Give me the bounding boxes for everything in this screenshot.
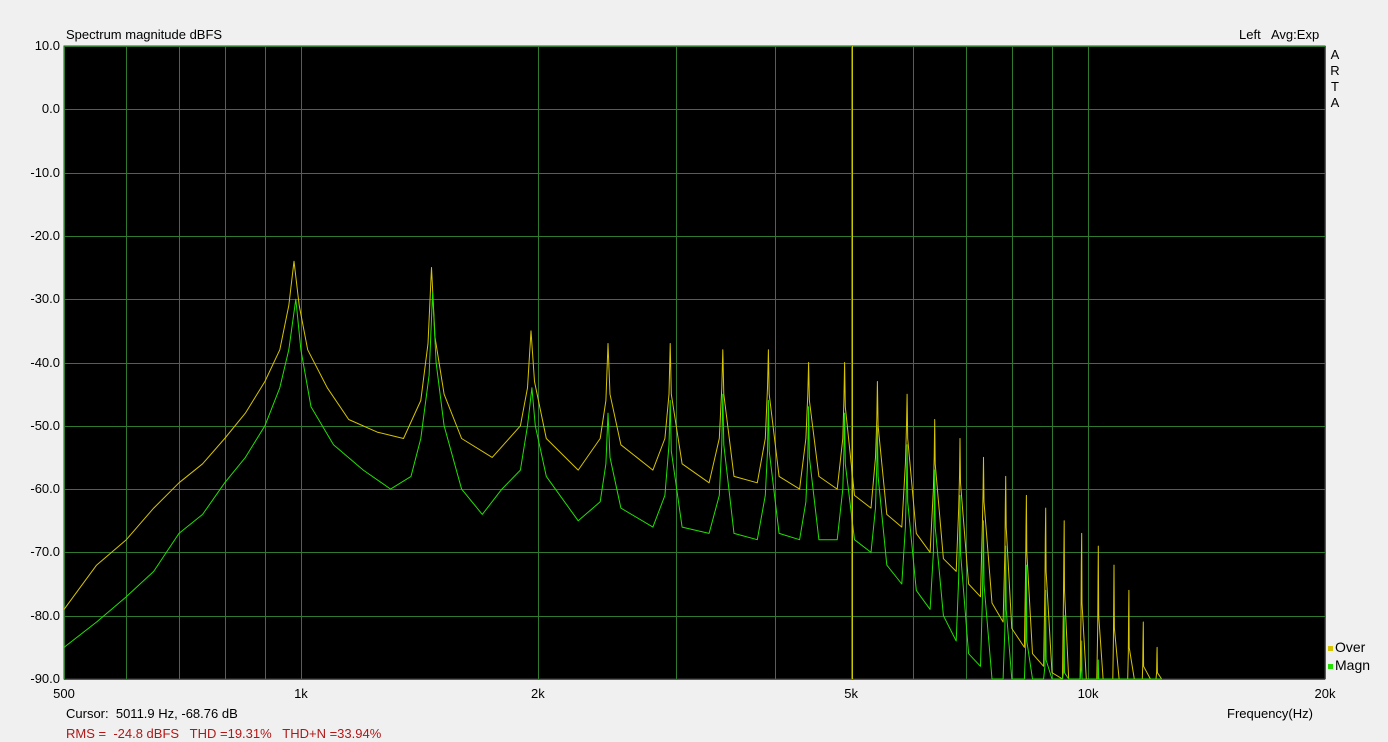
x-tick-label: 1k — [294, 686, 308, 701]
x-tick-label: 10k — [1077, 686, 1099, 701]
brand-logo: A R T A — [1330, 47, 1340, 111]
y-tick-label: -40.0 — [30, 354, 60, 370]
y-tick-label: 10.0 — [34, 38, 60, 53]
plot-area[interactable] — [63, 45, 1326, 680]
legend-swatch-over — [1328, 645, 1333, 651]
y-tick-label: -70.0 — [30, 544, 60, 560]
y-tick-label: -20.0 — [30, 227, 60, 243]
spectrum-chart — [63, 45, 1326, 680]
legend-item-over[interactable]: Over — [1328, 639, 1365, 655]
brand-letter: T — [1331, 79, 1339, 94]
averaging-label: Avg:Exp — [1271, 27, 1320, 42]
y-tick-label: -60.0 — [30, 481, 60, 497]
x-tick-label: 500 — [53, 686, 75, 701]
legend-swatch-magn — [1328, 663, 1333, 669]
measurement-status: RMS = -24.8 dBFS THD =19.31% THD+N =33.9… — [66, 726, 382, 741]
brand-letter: A — [1330, 95, 1340, 110]
y-tick-label: -30.0 — [30, 291, 60, 307]
cursor-readout: Cursor: 5011.9 Hz, -68.76 dB — [66, 706, 238, 721]
legend-label-magn: Magn — [1335, 657, 1371, 673]
x-tick-label: 20k — [1314, 686, 1336, 701]
legend-label-over: Over — [1335, 639, 1366, 655]
chart-title: Spectrum magnitude dBFS — [66, 27, 223, 42]
y-tick-label: -50.0 — [30, 417, 60, 433]
x-axis-label: Frequency(Hz) — [1227, 706, 1313, 721]
brand-letter: R — [1330, 63, 1340, 78]
y-tick-label: -90.0 — [30, 671, 60, 686]
y-tick-label: -80.0 — [30, 607, 60, 623]
y-tick-label: -10.0 — [30, 164, 60, 180]
x-tick-label: 2k — [531, 686, 545, 701]
channel-label: Left — [1239, 27, 1261, 42]
legend-item-magn[interactable]: Magn — [1328, 657, 1370, 673]
y-tick-label: 0.0 — [41, 101, 60, 117]
brand-letter: A — [1330, 47, 1340, 62]
x-tick-label: 5k — [844, 686, 858, 701]
